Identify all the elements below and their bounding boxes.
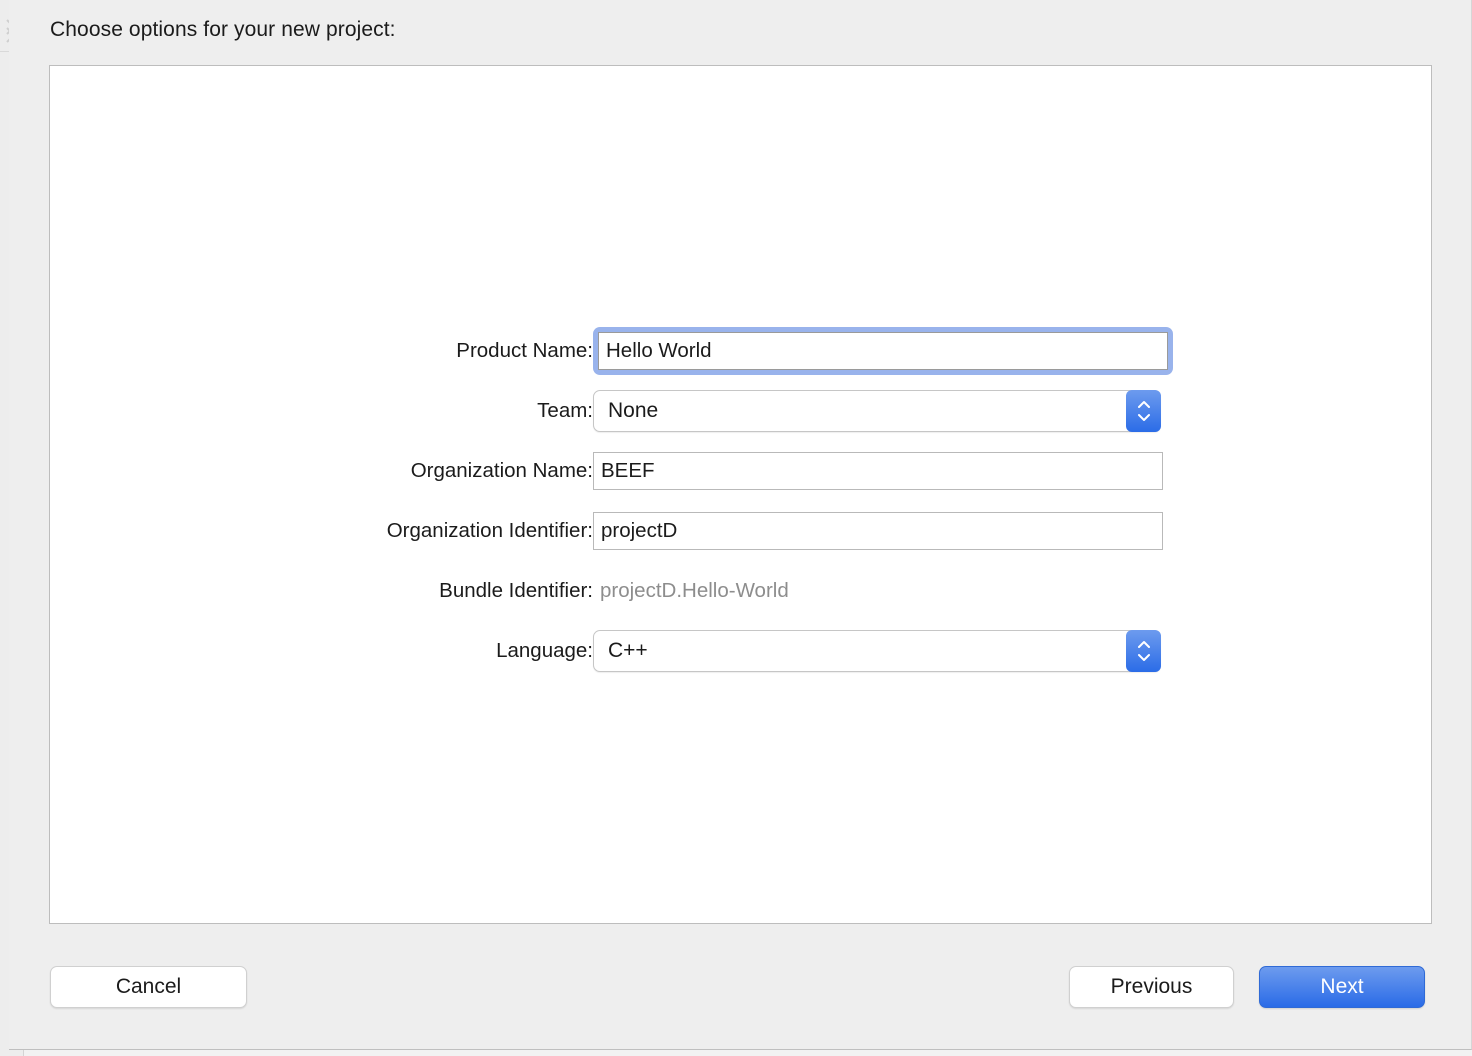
- organization-name-label: Organization Name:: [410, 459, 593, 482]
- organization-identifier-label: Organization Identifier:: [386, 519, 593, 542]
- language-select-value: C++: [608, 639, 648, 662]
- bundle-identifier-label: Bundle Identifier:: [439, 579, 593, 602]
- bundle-identifier-control-wrap: projectD.Hello-World: [593, 572, 789, 610]
- options-content-well: Product Name: Hello World Team: None Org…: [49, 65, 1432, 924]
- form-row-bundle-identifier: Bundle Identifier: projectD.Hello-World: [50, 561, 1433, 621]
- language-label: Language:: [496, 639, 593, 662]
- product-name-focus-ring: Hello World: [593, 327, 1173, 375]
- team-control-wrap: None: [593, 390, 1161, 432]
- chevron-up-down-icon[interactable]: [1126, 390, 1161, 432]
- organization-name-control-wrap: BEEF: [593, 452, 1163, 490]
- project-options-form: Product Name: Hello World Team: None Org…: [50, 321, 1433, 681]
- team-label: Team:: [537, 399, 593, 422]
- page-title: Choose options for your new project:: [50, 18, 396, 41]
- new-project-options-sheet: Choose options for your new project: Pro…: [9, 0, 1472, 1050]
- cancel-button[interactable]: Cancel: [50, 966, 247, 1008]
- product-name-label: Product Name:: [456, 339, 593, 362]
- team-select-value: None: [608, 399, 659, 422]
- previous-button[interactable]: Previous: [1069, 966, 1234, 1008]
- organization-name-input[interactable]: BEEF: [593, 452, 1163, 490]
- next-button[interactable]: Next: [1259, 966, 1425, 1008]
- form-row-organization-name: Organization Name: BEEF: [50, 441, 1433, 501]
- form-row-organization-identifier: Organization Identifier: projectD: [50, 501, 1433, 561]
- form-row-team: Team: None: [50, 381, 1433, 441]
- team-select[interactable]: None: [593, 390, 1161, 432]
- chevron-up-down-icon[interactable]: [1126, 630, 1161, 672]
- organization-identifier-input[interactable]: projectD: [593, 512, 1163, 550]
- bundle-identifier-value: projectD.Hello-World: [600, 579, 789, 602]
- form-row-language: Language: C++: [50, 621, 1433, 681]
- language-control-wrap: C++: [593, 630, 1161, 672]
- language-select[interactable]: C++: [593, 630, 1161, 672]
- product-name-input[interactable]: Hello World: [598, 332, 1168, 370]
- organization-identifier-control-wrap: projectD: [593, 512, 1163, 550]
- form-row-product-name: Product Name: Hello World: [50, 321, 1433, 381]
